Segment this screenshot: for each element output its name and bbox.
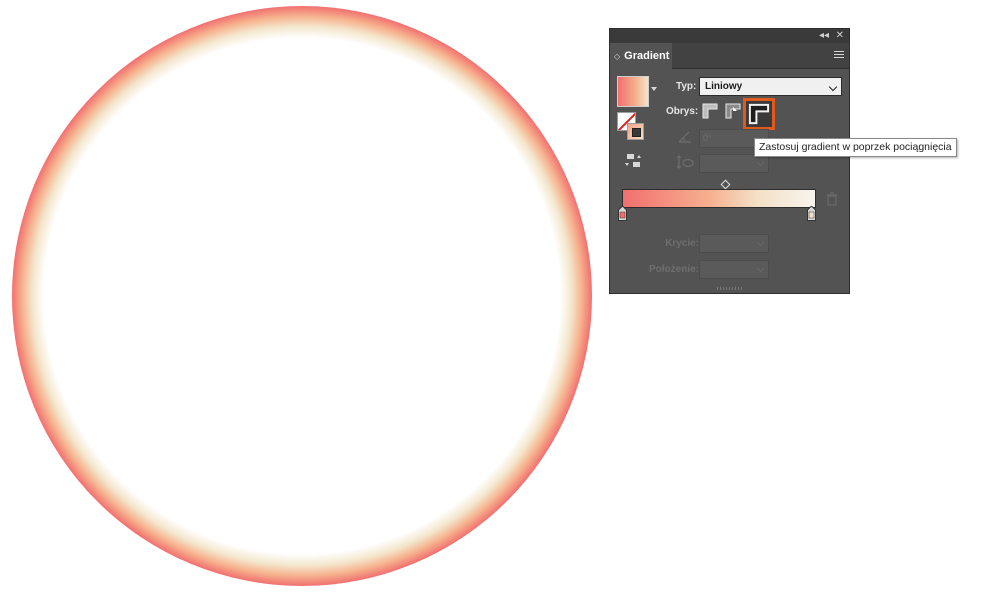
gradient-stop-left[interactable]	[618, 206, 627, 221]
gradient-slider[interactable]	[622, 189, 816, 208]
hamburger-menu-icon[interactable]	[834, 51, 844, 59]
gradient-midpoint-marker[interactable]	[720, 179, 731, 190]
chevron-down-icon	[828, 82, 838, 92]
gradient-ring-artwork[interactable]	[11, 5, 593, 587]
opacity-field[interactable]	[699, 234, 769, 253]
chevron-down-icon	[756, 264, 765, 273]
angle-icon	[678, 131, 691, 143]
tab-gradient[interactable]: ◇ Gradient	[610, 43, 672, 69]
chevron-down-icon	[756, 158, 765, 167]
swatch-dropdown-icon[interactable]	[651, 87, 657, 91]
panel-title: Gradient	[624, 50, 670, 62]
type-dropdown[interactable]: Liniowy	[699, 77, 842, 96]
panel-tab-bar: ◇ Gradient	[610, 43, 849, 69]
trash-icon[interactable]	[826, 192, 838, 206]
type-dropdown-value: Liniowy	[705, 81, 743, 92]
close-icon[interactable]: ✕	[836, 29, 844, 43]
stroke-gradient-icon[interactable]	[627, 123, 644, 140]
panel-top-bar: ◂◂ ✕	[610, 29, 849, 43]
updown-chevron-icon: ◇	[614, 52, 621, 61]
stroke-along-icon[interactable]	[723, 101, 743, 121]
angle-value: 0°	[703, 133, 712, 143]
location-field[interactable]	[699, 260, 769, 279]
gradient-panel: ◂◂ ✕ ◇ Gradient Typ: Liniowy Obrys: 0° K…	[609, 28, 850, 294]
double-chevron-left-icon[interactable]: ◂◂	[819, 29, 829, 43]
chevron-down-icon	[756, 238, 765, 247]
aspect-ratio-icon	[676, 155, 694, 169]
panel-resize-grip[interactable]	[717, 287, 743, 290]
location-label: Położenie:	[648, 264, 699, 275]
reverse-gradient-icon[interactable]	[624, 153, 642, 169]
stroke-label: Obrys:	[666, 106, 699, 117]
fill-stroke-selector[interactable]	[617, 112, 647, 142]
gradient-swatch[interactable]	[617, 76, 649, 107]
gradient-stop-right[interactable]	[807, 206, 816, 221]
tooltip: Zastosuj gradient w poprzek pociągnięcia	[754, 138, 957, 157]
stroke-across-icon[interactable]	[743, 98, 775, 130]
stroke-within-icon[interactable]	[700, 101, 720, 121]
type-label: Typ:	[676, 81, 697, 92]
opacity-label: Krycie:	[665, 238, 699, 249]
